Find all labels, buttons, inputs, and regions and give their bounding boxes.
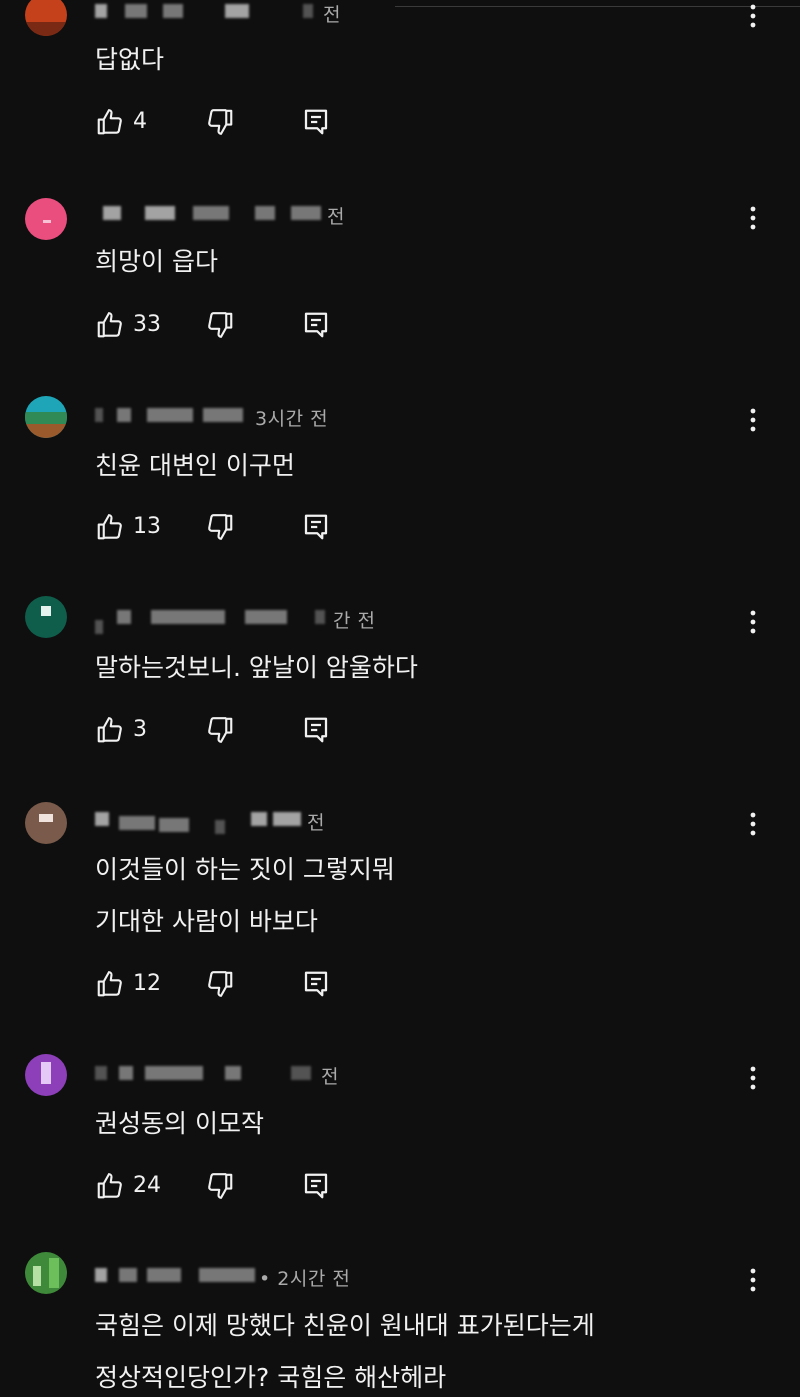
comment-actions: 13 — [95, 512, 355, 544]
comment-text: 말하는것보니. 앞날이 암울하다 — [95, 653, 418, 682]
divider — [395, 6, 800, 7]
thumb-up-icon[interactable] — [95, 310, 125, 340]
comment-timestamp: 전 — [327, 206, 345, 228]
thumb-up-icon[interactable] — [95, 107, 125, 137]
avatar[interactable] — [25, 802, 67, 844]
thumb-down-icon[interactable] — [205, 107, 235, 137]
like-count: 13 — [133, 514, 161, 539]
like-count: 24 — [133, 1173, 161, 1198]
like-count: 33 — [133, 312, 161, 337]
thumb-down-icon[interactable] — [205, 1171, 235, 1201]
thumb-up-icon[interactable] — [95, 1171, 125, 1201]
more-vert-icon[interactable] — [744, 1064, 762, 1092]
comment-timestamp: 전 — [307, 812, 325, 834]
reply-comment-icon[interactable] — [301, 512, 331, 542]
more-vert-icon[interactable] — [744, 810, 762, 838]
more-vert-icon[interactable] — [744, 1266, 762, 1294]
comment-text: 친윤 대변인 이구먼 — [95, 451, 295, 480]
comment-author-meta: 간 전 — [95, 606, 376, 634]
reply-comment-icon[interactable] — [301, 1171, 331, 1201]
comment-author-meta: 전 — [95, 808, 375, 834]
comment-author-meta: 3시간 전 — [95, 404, 375, 430]
thumb-up-icon[interactable] — [95, 715, 125, 745]
reply-comment-icon[interactable] — [301, 310, 331, 340]
thumb-down-icon[interactable] — [205, 715, 235, 745]
comment-actions: 24 — [95, 1171, 355, 1203]
more-vert-icon[interactable] — [744, 204, 762, 232]
like-count: 3 — [133, 717, 147, 742]
comment-actions: 3 — [95, 715, 355, 747]
like-count: 4 — [133, 109, 147, 134]
comment-text: 권성동의 이모작 — [95, 1109, 264, 1138]
comment-timestamp: 간 전 — [333, 610, 376, 632]
comment-text: 희망이 읍다 — [95, 247, 218, 276]
comment-timestamp: • 2시간 전 — [259, 1268, 351, 1290]
thumb-up-icon[interactable] — [95, 969, 125, 999]
comment-author-meta: 전 — [95, 202, 375, 228]
reply-comment-icon[interactable] — [301, 107, 331, 137]
thumb-down-icon[interactable] — [205, 310, 235, 340]
comment-timestamp: 전 — [321, 1066, 339, 1088]
reply-comment-icon[interactable] — [301, 969, 331, 999]
avatar[interactable] — [25, 596, 67, 638]
comment-author-meta: • 2시간 전 — [95, 1264, 375, 1290]
avatar[interactable] — [25, 396, 67, 438]
more-vert-icon[interactable] — [744, 406, 762, 434]
more-vert-icon[interactable] — [744, 608, 762, 636]
comment-timestamp: 전 — [323, 4, 341, 26]
comment-text: 이것들이 하는 짓이 그렇지뭐 — [95, 855, 395, 884]
comment-text: 국힘은 이제 망했다 친윤이 원내대 표가된다는게 — [95, 1311, 595, 1340]
comment-actions: 33 — [95, 310, 355, 342]
more-vert-icon[interactable] — [744, 2, 762, 30]
avatar[interactable] — [25, 1252, 67, 1294]
avatar[interactable] — [25, 1054, 67, 1096]
comment-text: 기대한 사람이 바보다 — [95, 907, 318, 936]
thumb-down-icon[interactable] — [205, 512, 235, 542]
comment-timestamp: 3시간 전 — [255, 408, 329, 430]
comment-actions: 4 — [95, 107, 355, 139]
thumb-down-icon[interactable] — [205, 969, 235, 999]
comment-author-meta: 전 — [95, 0, 375, 26]
comment-actions: 12 — [95, 969, 355, 1001]
comment-author-meta: 전 — [95, 1062, 375, 1088]
comment-text: 정상적인당인가? 국힘은 해산헤라 — [95, 1363, 447, 1392]
avatar[interactable] — [25, 0, 67, 36]
thumb-up-icon[interactable] — [95, 512, 125, 542]
comment-text: 답없다 — [95, 45, 165, 74]
avatar[interactable] — [25, 198, 67, 240]
like-count: 12 — [133, 971, 161, 996]
reply-comment-icon[interactable] — [301, 715, 331, 745]
